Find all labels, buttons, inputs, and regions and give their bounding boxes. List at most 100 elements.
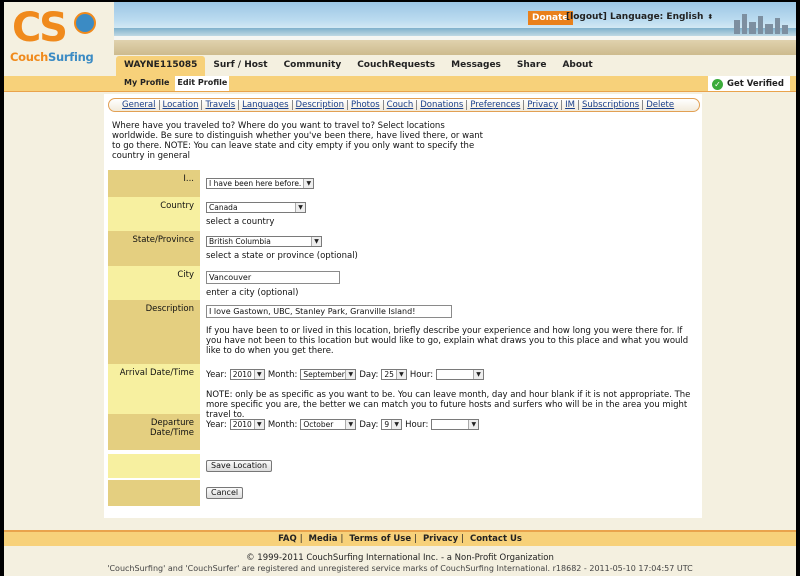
form-row-departure: Departure Date/Time Year: 2010 ▼ Month: O… [108, 414, 700, 438]
arrival-datetime: Year: 2010 ▼ Month: September ▼ Day: 25 ▼ H… [206, 369, 485, 380]
form-row-spacer [108, 436, 700, 450]
city-input[interactable]: Vancouver [206, 271, 340, 284]
tab-description[interactable]: Description [293, 100, 348, 110]
nav-item-about[interactable]: About [554, 56, 600, 76]
city-hint: enter a city (optional) [206, 288, 299, 298]
departure-label: Departure Date/Time [108, 414, 200, 438]
logo-wordmark: CouchSurfing [10, 50, 94, 64]
skyline-graphic [730, 12, 790, 34]
form-row-i: I... I have been here before. ▼ [108, 170, 700, 197]
country-select[interactable]: Canada ▼ [206, 202, 306, 213]
cancel-button[interactable]: Cancel [206, 487, 244, 499]
state-label: State/Province [108, 231, 200, 266]
departure-day-select[interactable]: 9 ▼ [381, 419, 403, 430]
footer-link-faq[interactable]: FAQ [278, 534, 297, 544]
country-hint: select a country [206, 217, 275, 227]
year-label: Year: [206, 419, 227, 430]
i-label: I... [108, 170, 200, 197]
day-label: Day: [359, 419, 379, 430]
dropdown-arrow-icon: ▼ [345, 420, 356, 429]
i-select[interactable]: I have been here before. ▼ [206, 178, 315, 189]
tab-preferences[interactable]: Preferences [467, 100, 525, 110]
tab-subscriptions[interactable]: Subscriptions [579, 100, 644, 110]
dropdown-arrow-icon: ▼ [303, 179, 314, 188]
tab-donations[interactable]: Donations [417, 100, 468, 110]
get-verified-button[interactable]: ✓ Get Verified [708, 76, 790, 91]
sub-nav: My Profile Edit Profile [122, 76, 233, 91]
footer-link-privacy[interactable]: Privacy [423, 534, 458, 544]
tab-languages[interactable]: Languages [239, 100, 293, 110]
tab-privacy[interactable]: Privacy [524, 100, 563, 110]
main-nav: WAYNE115085 Surf / Host Community CouchR… [116, 56, 601, 76]
get-verified-label: Get Verified [727, 79, 784, 89]
chevron-updown-icon: ⬍ [707, 13, 714, 21]
form-row-save: Save Location [108, 454, 700, 478]
tab-location[interactable]: Location [160, 100, 203, 110]
tab-couch[interactable]: Couch [384, 100, 418, 110]
trademark-text: 'CouchSurfing' and 'CouchSurfer' are reg… [107, 564, 693, 573]
content-panel: General Location Travels Languages Descr… [104, 94, 702, 518]
subnav-my-profile[interactable]: My Profile [122, 76, 171, 91]
logo-letters: CS [12, 5, 68, 51]
year-label: Year: [206, 369, 227, 380]
nav-item-share[interactable]: Share [509, 56, 555, 76]
footer-link-media[interactable]: Media [309, 534, 338, 544]
nav-item-community[interactable]: Community [276, 56, 350, 76]
divider [4, 91, 796, 92]
language-select[interactable]: English ⬍ [666, 12, 713, 22]
dropdown-arrow-icon: ▼ [311, 237, 321, 246]
departure-month-select[interactable]: October ▼ [300, 419, 357, 430]
hour-label: Hour: [405, 419, 429, 430]
dropdown-arrow-icon: ▼ [253, 370, 264, 379]
couchsurfing-logo[interactable]: CS CouchSurfing [10, 6, 114, 68]
hour-label: Hour: [409, 369, 434, 380]
departure-hour-select[interactable]: ▼ [431, 419, 480, 430]
save-location-button[interactable]: Save Location [206, 460, 273, 472]
tab-delete[interactable]: Delete [643, 100, 677, 110]
language-label: Language: [609, 12, 664, 22]
tab-im[interactable]: IM [562, 100, 579, 110]
logout-link[interactable]: [logout] [566, 12, 607, 22]
top-links: [logout] Language: English ⬍ [566, 12, 713, 22]
form-row-city: City Vancouver enter a city (optional) [108, 266, 700, 300]
arrival-year-select[interactable]: 2010 ▼ [229, 369, 265, 380]
description-label: Description [108, 300, 200, 364]
form-row-country: Country Canada ▼ select a country [108, 197, 700, 231]
profile-tabs: General Location Travels Languages Descr… [108, 98, 700, 112]
form-row-cancel: Cancel [108, 480, 700, 506]
tab-travels[interactable]: Travels [202, 100, 240, 110]
nav-item-couchrequests[interactable]: CouchRequests [349, 56, 443, 76]
copyright-text: © 1999-2011 CouchSurfing International I… [246, 553, 554, 563]
nav-item-profile[interactable]: WAYNE115085 [116, 56, 206, 76]
day-label: Day: [359, 369, 379, 380]
spacer-label [108, 436, 200, 450]
dropdown-arrow-icon: ▼ [395, 370, 406, 379]
state-hint: select a state or province (optional) [206, 251, 358, 261]
description-input[interactable]: I love Gastown, UBC, Stanley Park, Granv… [206, 305, 452, 318]
globe-icon [74, 12, 96, 34]
tab-general[interactable]: General [119, 100, 160, 110]
nav-item-messages[interactable]: Messages [443, 56, 509, 76]
description-hint: If you have been to or lived in this loc… [206, 326, 689, 356]
dropdown-arrow-icon: ▼ [468, 420, 479, 429]
checkmark-icon: ✓ [712, 78, 723, 90]
city-label: City [108, 266, 200, 300]
arrival-day-select[interactable]: 25 ▼ [381, 369, 407, 380]
departure-datetime: Year: 2010 ▼ Month: October ▼ Day: 9 ▼ Hour… [206, 419, 480, 430]
arrival-month-select[interactable]: September ▼ [300, 369, 357, 380]
form-row-arrival: Arrival Date/Time Year: 2010 ▼ Month: Sep… [108, 364, 700, 420]
footer-link-terms[interactable]: Terms of Use [349, 534, 411, 544]
footer-link-contact[interactable]: Contact Us [470, 534, 522, 544]
form-row-state: State/Province British Columbia ▼ select … [108, 231, 700, 266]
country-label: Country [108, 197, 200, 231]
state-select[interactable]: British Columbia ▼ [206, 236, 322, 247]
dropdown-arrow-icon: ▼ [391, 420, 402, 429]
departure-year-select[interactable]: 2010 ▼ [229, 419, 265, 430]
dropdown-arrow-icon: ▼ [473, 370, 484, 379]
subnav-edit-profile[interactable]: Edit Profile [175, 76, 230, 91]
tab-photos[interactable]: Photos [348, 100, 384, 110]
browser-page: CS CouchSurfing Donate [logout] Language… [4, 2, 796, 576]
arrival-hour-select[interactable]: ▼ [436, 369, 485, 380]
nav-item-surf-host[interactable]: Surf / Host [205, 56, 275, 76]
beach-banner [114, 2, 796, 55]
